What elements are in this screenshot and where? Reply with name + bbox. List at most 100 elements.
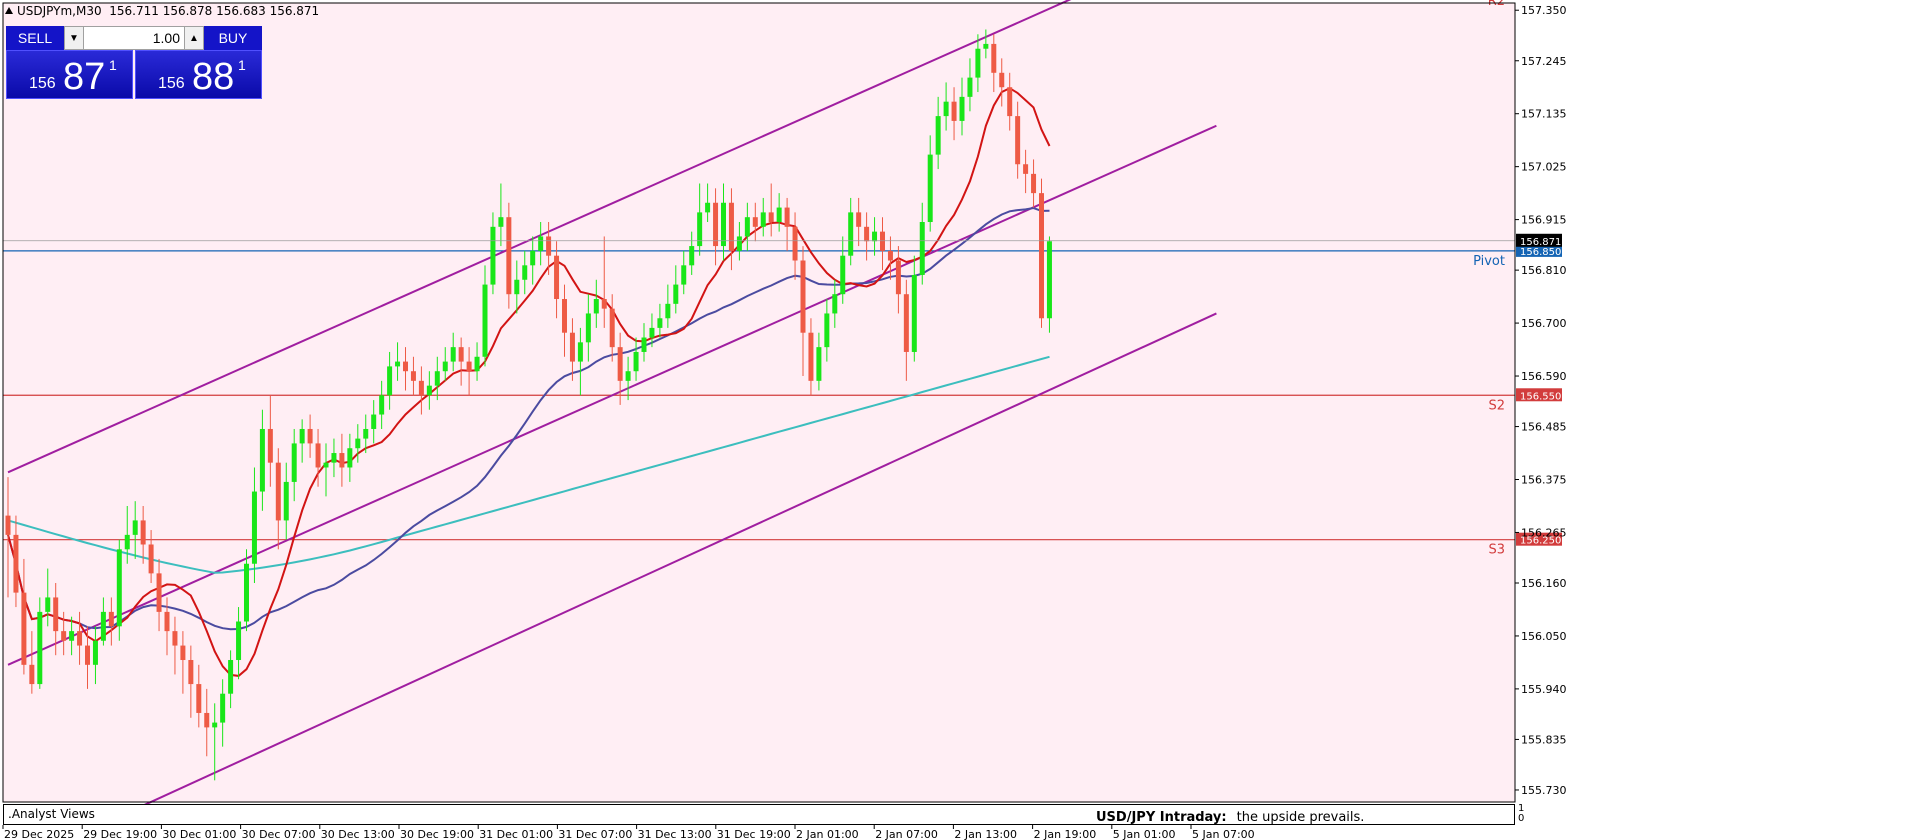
- candle-body: [752, 217, 758, 227]
- candle-body: [403, 361, 408, 372]
- candle-body: [880, 231, 885, 251]
- candle-body: [387, 366, 393, 396]
- level-name-pivot: Pivot: [1473, 254, 1505, 269]
- candle-body: [212, 722, 218, 728]
- buy-price-button[interactable]: 156 88 1: [135, 50, 262, 99]
- collapse-triangle-icon[interactable]: [5, 7, 13, 14]
- x-tick-label: 30 Dec 19:00: [400, 828, 474, 840]
- candle-body: [45, 597, 51, 612]
- x-tick-label: 30 Dec 13:00: [321, 828, 395, 840]
- candle-body: [856, 212, 862, 227]
- x-tick-label: 29 Dec 2025: [4, 828, 74, 840]
- candle-body: [220, 693, 226, 723]
- candle-body: [379, 395, 385, 415]
- candle-body: [1046, 241, 1052, 319]
- lot-increase-button[interactable]: ▲: [184, 26, 204, 50]
- candle-body: [426, 385, 432, 396]
- candle-body: [776, 207, 782, 223]
- candle-body: [474, 356, 480, 372]
- candle-body: [903, 294, 909, 352]
- candle-body: [895, 260, 901, 295]
- candle-body: [736, 236, 742, 251]
- candle-body: [53, 597, 59, 632]
- x-tick-label: 31 Dec 07:00: [558, 828, 632, 840]
- candle-body: [951, 101, 957, 121]
- candle-body: [943, 101, 949, 117]
- candle-body: [864, 226, 870, 242]
- buy-price-big: 88: [192, 56, 235, 98]
- ohlc-values: 156.711 156.878 156.683 156.871: [109, 4, 320, 18]
- x-tick-label: 2 Jan 19:00: [1034, 828, 1097, 840]
- candle-body: [530, 250, 536, 266]
- sell-price-button[interactable]: 156 87 1: [6, 50, 133, 99]
- candle-body: [108, 611, 114, 627]
- candle-body: [283, 481, 289, 521]
- lot-decrease-button[interactable]: ▼: [64, 26, 84, 50]
- candle-body: [522, 265, 528, 280]
- candle-body: [267, 428, 273, 463]
- candle-body: [498, 217, 504, 227]
- y-tick-label: 157.135: [1521, 108, 1567, 121]
- candle-body: [816, 347, 822, 381]
- candle-body: [633, 351, 639, 372]
- candle-body: [244, 563, 249, 622]
- price-chart[interactable]: Pivot156.850S2156.550S3156.250R2156.871 …: [0, 0, 1916, 840]
- candle-body: [872, 231, 878, 242]
- candle-body: [514, 279, 520, 295]
- candle-body: [132, 520, 138, 535]
- candle-body: [983, 43, 989, 49]
- sell-price-big: 87: [63, 56, 106, 98]
- candle-body: [975, 48, 981, 78]
- x-tick-label: 30 Dec 01:00: [162, 828, 236, 840]
- candle-body: [140, 520, 146, 545]
- buy-button[interactable]: BUY: [204, 26, 262, 50]
- candle-body: [172, 631, 178, 646]
- candle-body: [188, 660, 194, 685]
- candle-body: [395, 361, 401, 367]
- candle-body: [347, 448, 353, 468]
- level-name-s3: S3: [1488, 543, 1505, 558]
- candle-body: [625, 371, 631, 381]
- candle-body: [1023, 164, 1029, 174]
- candle-body: [538, 236, 544, 251]
- candle-body: [29, 664, 35, 685]
- time-axis[interactable]: 29 Dec 2025 29 Dec 19:00 30 Dec 01:00 30 De…: [2, 825, 1255, 840]
- candle-body: [967, 77, 973, 97]
- candle-body: [601, 299, 607, 309]
- candle-body: [339, 453, 345, 468]
- candle-body: [164, 611, 170, 632]
- sell-button[interactable]: SELL: [6, 26, 64, 50]
- candle-body: [77, 631, 83, 646]
- candle-body: [355, 438, 361, 449]
- candle-body: [808, 332, 814, 381]
- lot-size-input[interactable]: 1.00: [84, 26, 184, 50]
- candle-body: [275, 462, 281, 521]
- y-tick-label: 155.730: [1521, 784, 1567, 797]
- candle-body: [800, 260, 806, 333]
- level-name-r2: R2: [1488, 0, 1505, 9]
- candle-body: [299, 428, 305, 444]
- analyst-headline: USD/JPY Intraday:: [1096, 810, 1227, 825]
- candle-body: [418, 380, 424, 396]
- candle-body: [665, 303, 671, 319]
- candle-body: [832, 294, 838, 314]
- y-tick-label: 156.265: [1521, 526, 1567, 539]
- triangle-up-icon: ▲: [189, 32, 199, 44]
- candle-body: [251, 491, 257, 564]
- candle-body: [728, 202, 734, 251]
- candle-body: [458, 347, 464, 362]
- sell-price-sup: 1: [109, 57, 117, 73]
- candle-body: [689, 246, 695, 266]
- candle-body: [935, 116, 941, 155]
- y-tick-label: 156.915: [1521, 214, 1567, 227]
- level-price-label-pivot: 156.850: [1520, 247, 1561, 258]
- candle-body: [705, 202, 711, 213]
- y-tick-label: 156.700: [1521, 317, 1567, 330]
- y-tick-label: 155.940: [1521, 683, 1567, 696]
- candle-body: [69, 631, 75, 641]
- candle-body: [13, 534, 19, 593]
- candle-body: [450, 347, 456, 362]
- indicator-subwindow[interactable]: .Analyst Views USD/JPY Intraday: the upsi…: [3, 804, 1515, 825]
- symbol-header: USDJPYm,M30 156.711 156.878 156.683 156.…: [5, 4, 319, 18]
- candle-body: [410, 371, 416, 381]
